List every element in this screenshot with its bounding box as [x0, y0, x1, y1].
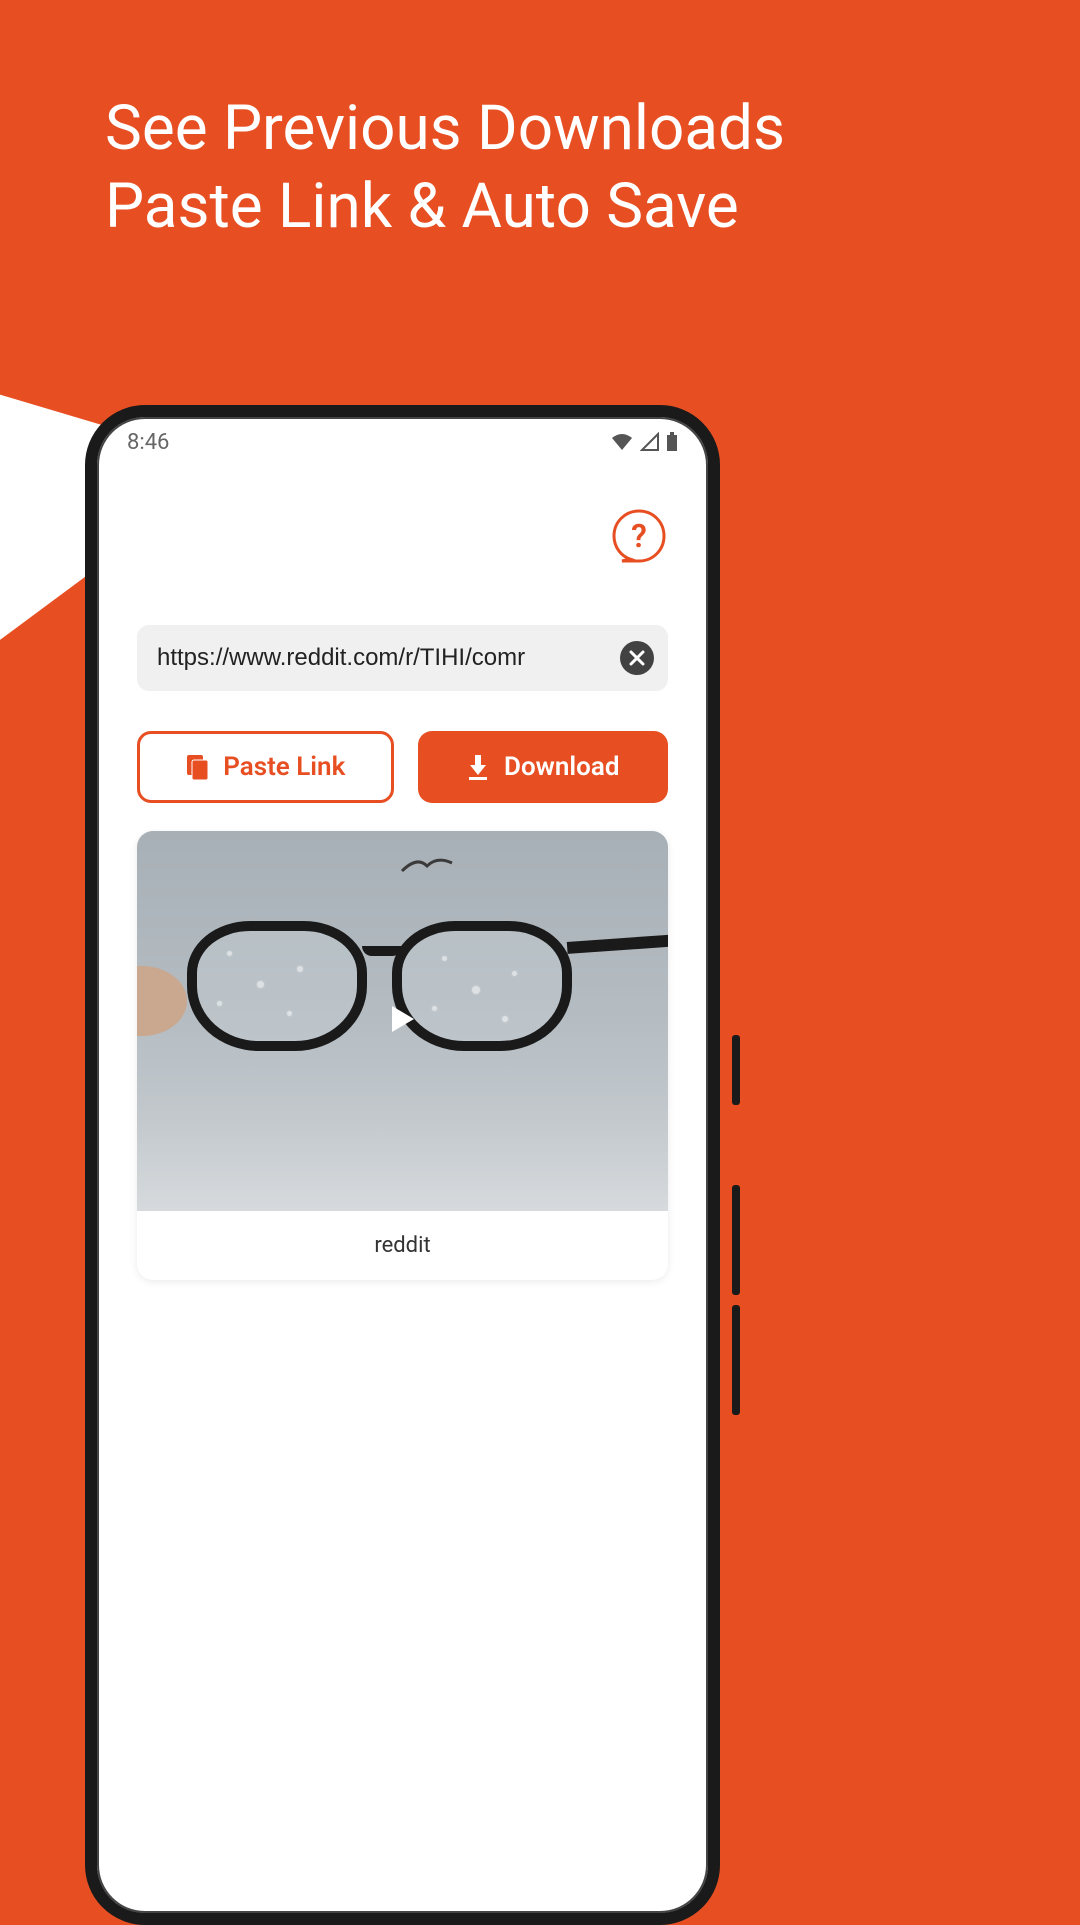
paste-link-label: Paste Link	[223, 752, 345, 782]
paste-link-button[interactable]: Paste Link	[137, 731, 394, 803]
play-icon	[386, 1002, 420, 1040]
status-time: 8:46	[127, 430, 169, 455]
promo-headline: See Previous Downloads Paste Link & Auto…	[105, 90, 785, 245]
download-card[interactable]: reddit	[137, 831, 668, 1280]
signal-icon	[640, 432, 660, 452]
decorative-glasses	[137, 891, 668, 1091]
decorative-bird	[397, 851, 457, 885]
phone-side-button	[732, 1305, 740, 1415]
download-icon	[466, 753, 490, 781]
status-bar: 8:46	[97, 417, 708, 457]
svg-text:?: ?	[631, 517, 647, 555]
headline-line1: See Previous Downloads	[105, 90, 785, 168]
phone-mockup: 8:46 ? Paste Link Download	[85, 405, 720, 1925]
download-label: Download	[504, 752, 619, 782]
status-icons	[610, 432, 678, 452]
phone-side-button	[732, 1185, 740, 1295]
url-input-bar[interactable]	[137, 625, 668, 691]
url-input[interactable]	[157, 644, 610, 672]
phone-side-button	[732, 1035, 740, 1105]
headline-line2: Paste Link & Auto Save	[105, 168, 785, 246]
battery-icon	[666, 432, 678, 452]
card-source-label: reddit	[137, 1211, 668, 1280]
paste-icon	[185, 753, 209, 781]
close-icon	[628, 649, 646, 667]
wifi-icon	[610, 432, 634, 452]
clear-input-button[interactable]	[620, 641, 654, 675]
video-thumbnail[interactable]	[137, 831, 668, 1211]
download-button[interactable]: Download	[418, 731, 669, 803]
help-button[interactable]: ?	[610, 507, 668, 565]
